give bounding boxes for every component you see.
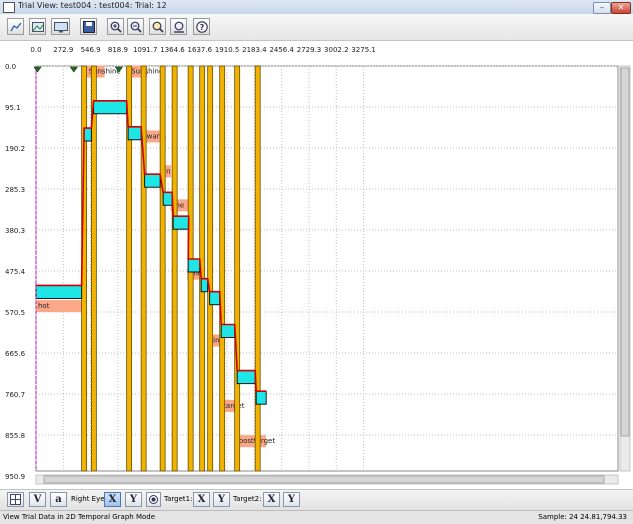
temporal-graph-svg[interactable]: 0.0 272.9 546.9 818.9 1091.7 1364.6 1637.6 1910… [0,41,633,489]
saccade-bar[interactable] [159,65,166,472]
save-button[interactable] [80,18,97,35]
spatial-overlay-button[interactable] [29,18,46,35]
title-bar: Trial View: test004 : test004: Trial: 12… [0,0,633,15]
target1-x-button[interactable]: X [193,492,210,507]
status-message: View Trial Data in 2D Temporal Graph Mod… [3,513,156,521]
y-tick-label: 190.2 [5,145,25,153]
y-tick-label: 475.4 [5,268,26,276]
grid-icon [10,494,21,505]
saccade-bar[interactable] [171,65,178,472]
acceleration-button[interactable]: a [50,492,67,507]
saccade-bar[interactable] [207,65,214,472]
target2-x-button[interactable]: X [263,492,280,507]
y-tick-label: 95.1 [5,104,21,112]
y-tick-label: 950.9 [5,473,25,481]
saccade-bar[interactable] [219,65,226,472]
zoom-selection-button[interactable] [149,18,166,35]
fixation-box[interactable] [144,173,161,188]
fixation-box[interactable] [83,127,92,142]
fixation-box[interactable] [209,291,221,306]
interest-area-label: hot [38,302,50,310]
interest-area-label: Sunshine [131,67,163,75]
x-tick-label: 2456.4 [269,46,294,54]
target1-label: Target1: [164,495,193,503]
x-tick-label: 818.9 [108,46,128,54]
playback-button[interactable] [51,18,70,35]
monitor-icon [54,22,68,33]
interest-area-label: in [213,336,219,344]
bottom-toolbar: V a Right Eye: X Y Target1: X Y Target2:… [0,489,633,510]
layout-toggle-button[interactable] [7,492,24,507]
fixation-box[interactable] [93,100,128,115]
plot-area[interactable] [35,65,619,472]
close-button[interactable]: ✕ [611,2,631,14]
x-tick-label: 1910.5 [215,46,240,54]
window-app-icon [3,2,15,13]
fixation-box[interactable] [236,370,256,385]
horizontal-scrollbar-thumb[interactable] [43,475,605,484]
y-tick-label: 285.3 [5,186,25,194]
y-tick-label: 570.5 [5,309,25,317]
zoom-select-icon [152,21,164,33]
svg-text:?: ? [200,23,205,32]
vertical-scrollbar-thumb[interactable] [620,67,630,437]
target2-y-button[interactable]: Y [283,492,300,507]
target1-y-button[interactable]: Y [213,492,230,507]
fixation-box[interactable] [220,324,236,338]
fixation-box[interactable] [162,191,173,206]
window-title: Trial View: test004 : test004: Trial: 12 [18,1,167,10]
help-button[interactable]: ? [193,18,210,35]
velocity-button[interactable]: V [29,492,46,507]
fixation-box[interactable] [172,215,190,230]
zoom-out-button[interactable] [127,18,144,35]
zoom-in-button[interactable] [107,18,124,35]
fixation-box[interactable] [200,278,209,293]
saccade-bar[interactable] [254,65,261,472]
x-tick-label: 2183.4 [242,46,267,54]
x-tick-label: 1091.7 [133,46,158,54]
zoom-out-icon [130,21,142,33]
x-tick-label: 546.9 [81,46,101,54]
x-tick-label: 1637.6 [188,46,213,54]
zoom-reset-button[interactable] [170,18,187,35]
toolbar: ? [0,14,633,41]
x-tick-label: 3002.2 [324,46,349,54]
saccade-bar[interactable] [234,65,241,472]
temporal-graph-button[interactable] [7,18,24,35]
fixation-box[interactable] [35,284,83,299]
fixation-box[interactable] [255,390,267,405]
right-eye-label: Right Eye: [71,495,107,503]
fixation-box[interactable] [127,126,142,141]
status-bar: View Trial Data in 2D Temporal Graph Mod… [0,510,633,524]
target-toggle-button[interactable] [146,492,161,507]
x-tick-label: 1364.6 [160,46,185,54]
zoom-in-icon [110,21,122,33]
target2-label: Target2: [233,495,262,503]
right-eye-x-button[interactable]: X [104,492,121,507]
target-icon [149,495,158,504]
y-tick-label: 380.3 [5,227,25,235]
x-tick-label: 0.0 [30,46,41,54]
minimize-button[interactable]: – [593,2,611,14]
y-tick-label: 665.6 [5,350,26,358]
line-graph-icon [10,22,22,32]
y-tick-label: 0.0 [5,63,16,71]
sample-readout: Sample: 24 24.81,794.33 [538,513,627,521]
help-icon: ? [196,21,208,33]
y-tick-label: 760.7 [5,391,25,399]
fixation-box[interactable] [187,258,201,273]
right-eye-y-button[interactable]: Y [125,492,142,507]
y-tick-label: 855.8 [5,432,25,440]
image-icon [32,22,44,32]
zoom-fit-icon [174,21,184,33]
temporal-graph[interactable]: 0.0 272.9 546.9 818.9 1091.7 1364.6 1637.6 1910… [0,41,633,489]
floppy-disk-icon [83,21,95,33]
x-tick-label: 3275.1 [351,46,376,54]
interest-area-label: target [223,402,245,410]
x-tick-label: 2729.3 [297,46,322,54]
x-tick-label: 272.9 [53,46,73,54]
